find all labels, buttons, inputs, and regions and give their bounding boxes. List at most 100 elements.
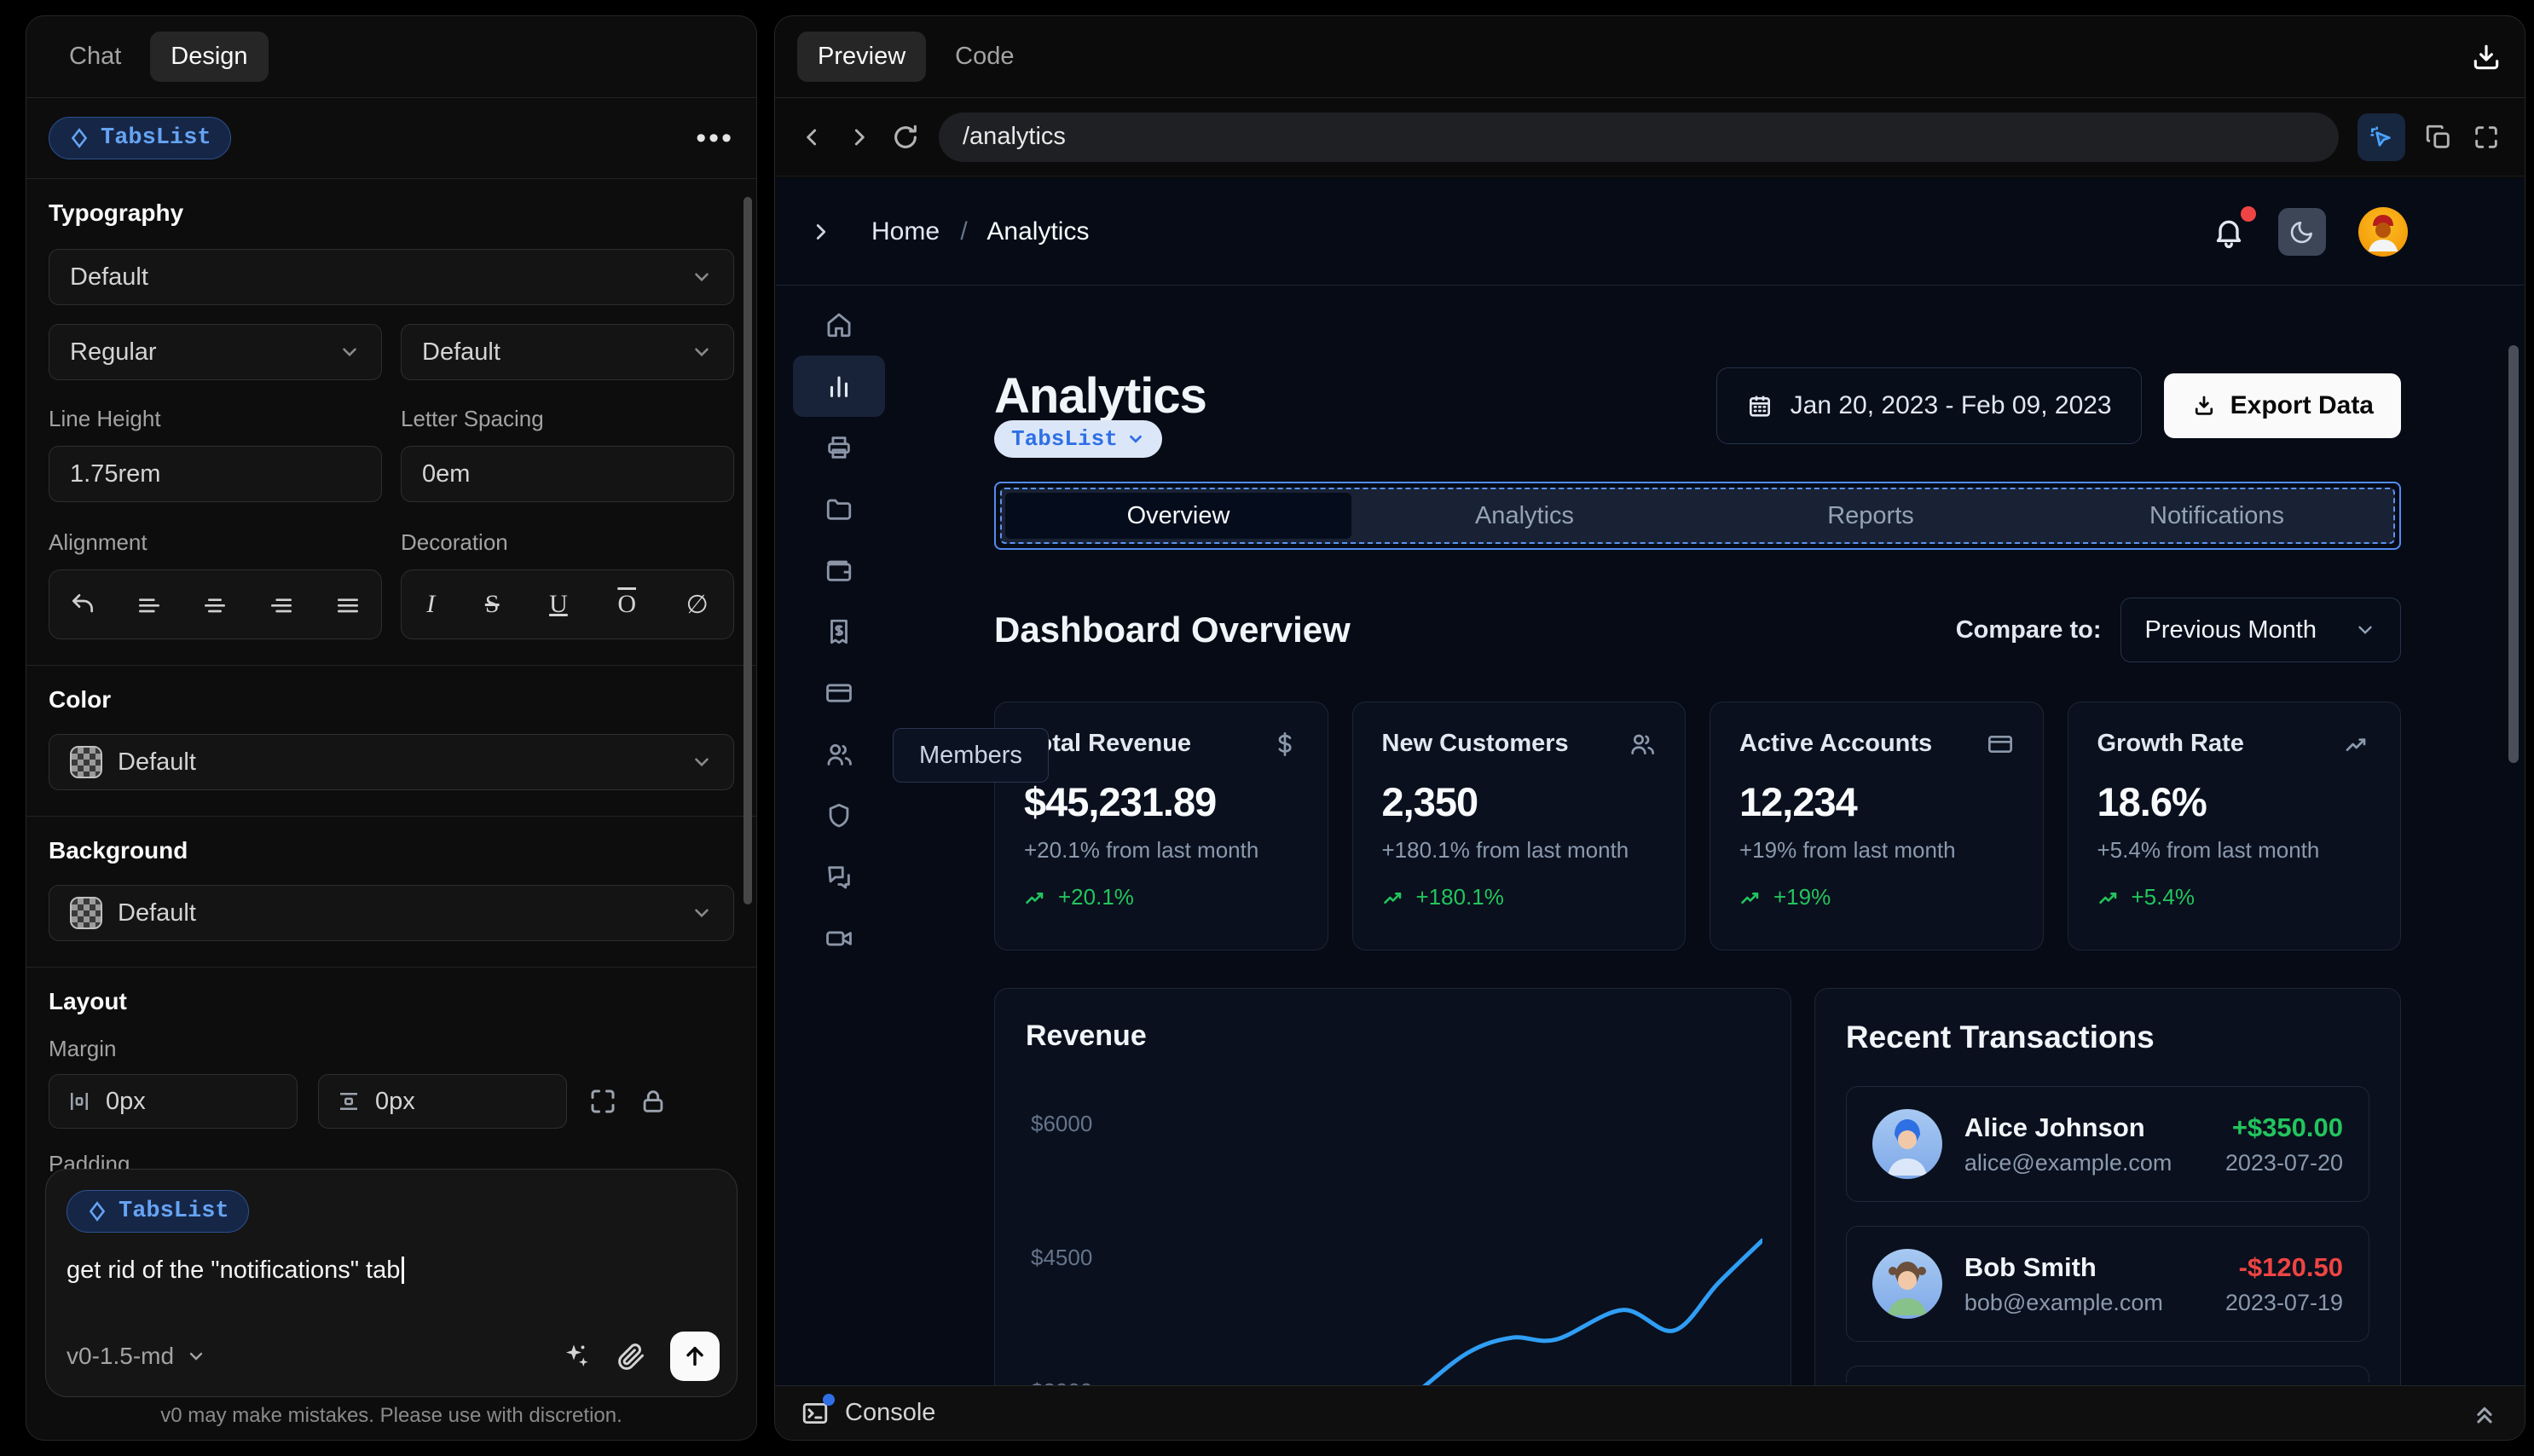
transactions-title: Recent Transactions (1845, 1020, 2155, 1054)
composer-context-chip[interactable]: TabsList (67, 1190, 249, 1233)
font-family-select[interactable]: Default (49, 249, 734, 305)
selected-component-chip[interactable]: TabsList (994, 420, 1162, 458)
align-right-icon[interactable] (268, 591, 295, 618)
nav-security[interactable] (793, 785, 885, 846)
back-icon[interactable] (799, 124, 826, 151)
stat-card-new-customers[interactable]: New Customers 2,350 +180.1% from last mo… (1351, 702, 1686, 950)
tab-reports[interactable]: Reports (1698, 493, 2044, 539)
no-decoration-icon[interactable]: ∅ (686, 590, 709, 620)
font-size-select[interactable]: Default (401, 324, 734, 380)
align-justify-icon[interactable] (334, 591, 362, 618)
tab-overview[interactable]: Overview (1005, 493, 1351, 539)
tab-preview[interactable]: Preview (797, 32, 927, 82)
italic-icon[interactable]: I (426, 590, 435, 619)
nav-analytics[interactable] (793, 355, 885, 417)
url-input[interactable]: /analytics (939, 112, 2339, 162)
selected-element-chip[interactable]: TabsList (49, 117, 231, 159)
download-icon (2195, 396, 2213, 415)
copy-icon[interactable] (2424, 123, 2453, 152)
strikethrough-icon[interactable]: S (485, 590, 500, 619)
user-avatar[interactable] (2358, 206, 2408, 257)
line-height-input[interactable]: 1.75rem (49, 446, 382, 502)
nav-members[interactable] (793, 724, 885, 785)
avatar (1872, 1249, 1942, 1319)
preview-scrollbar[interactable] (2508, 345, 2519, 763)
transaction-row-clipped (1845, 1366, 2369, 1383)
credit-card-icon (826, 684, 852, 702)
margin-x-input[interactable]: 0px (49, 1074, 298, 1129)
export-data-button[interactable]: Export Data (2163, 373, 2401, 438)
notifications-bell[interactable] (2212, 205, 2256, 249)
trending-up-icon (2344, 731, 2371, 758)
trend-up-icon (1383, 892, 1401, 904)
folder-icon (826, 499, 852, 520)
tab-chat[interactable]: Chat (49, 32, 142, 82)
nav-video[interactable] (793, 908, 885, 969)
nav-reports[interactable] (793, 417, 885, 478)
color-section: Color Default (26, 666, 756, 817)
console-bar[interactable]: Console (775, 1385, 2525, 1440)
nav-messages[interactable] (793, 846, 885, 908)
letter-spacing-input[interactable]: 0em (401, 446, 734, 502)
undo-icon[interactable] (69, 591, 96, 618)
fullscreen-icon[interactable] (2472, 123, 2501, 152)
margin-label: Margin (49, 1036, 117, 1061)
nav-wallet[interactable] (793, 540, 885, 601)
forward-icon[interactable] (845, 124, 872, 151)
moon-icon (2290, 221, 2312, 243)
transaction-row[interactable]: Alice Johnson alice@example.com +$350.00… (1845, 1086, 2369, 1202)
receipt-icon (830, 619, 848, 644)
stat-card-growth-rate[interactable]: Growth Rate 18.6% +5.4% from last month … (2067, 702, 2401, 950)
underline-icon[interactable]: U (549, 590, 568, 619)
font-weight-select[interactable]: Regular (49, 324, 382, 380)
chat-composer[interactable]: TabsList get rid of the "notifications" … (45, 1169, 738, 1397)
breadcrumb-home[interactable]: Home (871, 217, 940, 246)
color-select[interactable]: Default (49, 734, 734, 790)
align-left-icon[interactable] (136, 591, 163, 618)
stat-card-active-accounts[interactable]: Active Accounts 12,234 +19% from last mo… (1710, 702, 2044, 950)
nav-invoices[interactable] (793, 601, 885, 662)
tab-notifications[interactable]: Notifications (2044, 493, 2390, 539)
messages-icon (828, 866, 850, 889)
chevron-down-icon (695, 758, 709, 767)
sidebar-expand-icon[interactable] (808, 219, 834, 245)
chevron-down-icon (695, 273, 709, 282)
align-center-icon[interactable] (201, 591, 229, 618)
alignment-label: Alignment (49, 529, 148, 555)
transaction-row[interactable]: Bob Smith bob@example.com -$120.50 2023-… (1845, 1226, 2369, 1342)
background-select[interactable]: Default (49, 885, 734, 941)
model-select[interactable]: v0-1.5-md (67, 1343, 206, 1370)
chevrons-up-icon[interactable] (2470, 1399, 2499, 1428)
page-title: Analytics (994, 368, 1207, 424)
printer-icon (828, 436, 850, 459)
attach-icon[interactable] (616, 1341, 646, 1372)
compare-select[interactable]: Previous Month (2120, 598, 2401, 662)
download-icon[interactable] (2470, 41, 2502, 73)
tab-code[interactable]: Code (934, 32, 1034, 82)
margin-y-input[interactable]: 0px (318, 1074, 567, 1129)
theme-toggle[interactable] (2278, 207, 2326, 256)
tab-design[interactable]: Design (150, 32, 269, 82)
compare-label: Compare to: (1955, 615, 2102, 644)
refresh-icon[interactable] (891, 123, 920, 152)
composer-input[interactable]: get rid of the "notifications" tab (67, 1257, 716, 1285)
date-range-button[interactable]: Jan 20, 2023 - Feb 09, 2023 (1715, 367, 2142, 444)
chevron-down-icon (189, 1352, 203, 1361)
revenue-chart: $6000 $4500 $3000 (1026, 1075, 1762, 1439)
tab-analytics[interactable]: Analytics (1351, 493, 1698, 539)
more-menu-icon[interactable]: ••• (696, 124, 734, 153)
overline-icon[interactable]: O (617, 590, 636, 619)
nav-files[interactable] (793, 478, 885, 540)
panel-scrollbar[interactable] (743, 197, 752, 904)
avatar (1872, 1109, 1942, 1179)
design-mode-pointer-icon[interactable] (2358, 113, 2405, 161)
sparkles-icon[interactable] (561, 1341, 592, 1372)
design-panel: Chat Design TabsList ••• Typography Defa… (26, 15, 757, 1441)
lock-icon[interactable] (639, 1087, 668, 1116)
send-button[interactable] (670, 1332, 720, 1381)
users-icon (827, 743, 852, 766)
breadcrumb-separator: / (960, 217, 968, 246)
nav-home[interactable] (793, 294, 885, 355)
nav-cards[interactable] (793, 662, 885, 724)
expand-values-icon[interactable] (587, 1086, 618, 1117)
